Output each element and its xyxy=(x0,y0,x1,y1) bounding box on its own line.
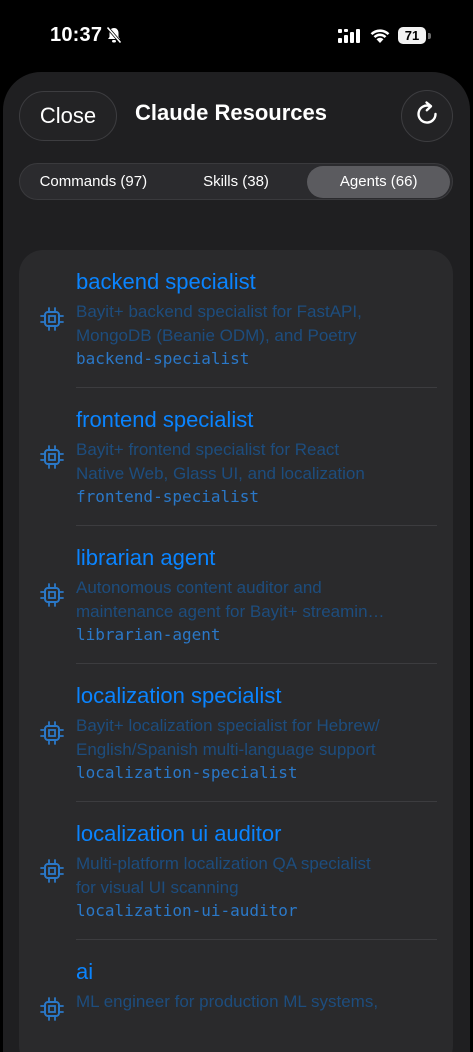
cpu-chip-icon xyxy=(39,306,65,332)
page-title: Claude Resources xyxy=(135,100,327,125)
agent-description: Multi-platform localization QA specialis… xyxy=(76,854,371,897)
status-time: 10:37 xyxy=(50,24,103,46)
list-item[interactable]: ai ML engineer for production ML systems… xyxy=(19,940,453,1052)
cpu-chip-icon xyxy=(39,720,65,746)
agent-description: Autonomous content auditor and maintenanc… xyxy=(76,578,385,621)
agent-description: Bayit+ localization specialist for Hebre… xyxy=(76,716,380,759)
agent-description: ML engineer for production ML systems, xyxy=(76,992,379,1011)
list-item[interactable]: librarian agent Autonomous content audit… xyxy=(19,526,453,664)
resource-type-tabs: Commands (97) Skills (38) Agents (66) xyxy=(19,163,453,200)
agent-name: librarian agent xyxy=(76,545,216,570)
agent-name: frontend specialist xyxy=(76,407,254,432)
bell-slash-icon xyxy=(106,26,122,49)
battery-indicator: 71 xyxy=(398,27,426,44)
cpu-chip-icon xyxy=(39,582,65,608)
agent-name: ai xyxy=(76,959,94,984)
tab-agents[interactable]: Agents (66) xyxy=(307,165,451,198)
cpu-chip-icon xyxy=(39,444,65,470)
resources-sheet: Close Claude Resources Commands (97) Ski… xyxy=(3,72,470,1052)
agents-list: backend specialist Bayit+ backend specia… xyxy=(19,250,453,1052)
cpu-chip-icon xyxy=(39,858,65,884)
refresh-button[interactable] xyxy=(401,90,453,142)
cpu-chip-icon xyxy=(39,996,65,1022)
list-item[interactable]: frontend specialist Bayit+ frontend spec… xyxy=(19,388,453,526)
agent-description: Bayit+ backend specialist for FastAPI, Mo… xyxy=(76,302,362,345)
agent-identifier: backend-specialist xyxy=(76,349,250,368)
tab-skills[interactable]: Skills (38) xyxy=(165,166,308,198)
cellular-signal-icon xyxy=(338,28,362,49)
agent-identifier: localization-specialist xyxy=(76,763,298,782)
battery-cap xyxy=(428,33,431,39)
refresh-icon xyxy=(412,99,442,134)
agent-identifier: localization-ui-auditor xyxy=(76,901,298,920)
list-item[interactable]: backend specialist Bayit+ backend specia… xyxy=(19,250,453,388)
wifi-icon xyxy=(369,27,391,49)
tab-commands[interactable]: Commands (97) xyxy=(22,166,165,198)
agent-name: localization specialist xyxy=(76,683,282,708)
agent-description: Bayit+ frontend specialist for React Nati… xyxy=(76,440,365,483)
agent-identifier: frontend-specialist xyxy=(76,487,260,506)
agent-identifier: librarian-agent xyxy=(76,625,221,644)
agent-name: localization ui auditor xyxy=(76,821,282,846)
list-item[interactable]: localization specialist Bayit+ localizat… xyxy=(19,664,453,802)
agent-name: backend specialist xyxy=(76,269,256,294)
close-button[interactable]: Close xyxy=(19,91,117,141)
status-bar: 10:37 71 xyxy=(0,0,473,72)
list-item[interactable]: localization ui auditor Multi-platform l… xyxy=(19,802,453,940)
